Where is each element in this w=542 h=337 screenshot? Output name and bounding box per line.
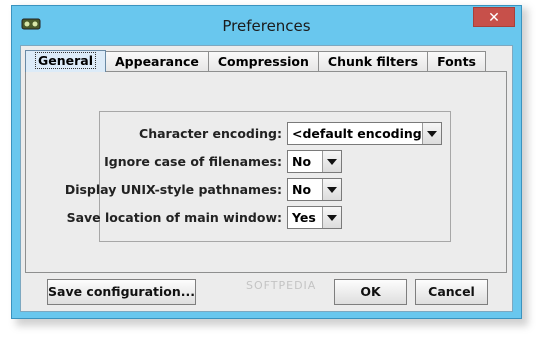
watermark: SOFTPEDIA [246,279,317,292]
unix-paths-select[interactable]: No [287,178,342,201]
ignore-case-row: Ignore case of filenames: No [100,150,450,174]
character-encoding-label: Character encoding: [139,126,282,141]
ok-button[interactable]: OK [334,279,407,305]
chevron-down-icon[interactable] [322,207,341,228]
tab-compression[interactable]: Compression [207,51,319,72]
cancel-button[interactable]: Cancel [415,279,488,305]
window-title: Preferences [222,17,311,35]
save-location-value: Yes [292,210,316,225]
unix-paths-label: Display UNIX-style pathnames: [64,182,282,197]
general-tab-panel: Character encoding: <default encoding> I… [25,71,507,273]
dialog-content: General Appearance Compression Chunk fil… [20,45,513,312]
save-location-label: Save location of main window: [66,210,282,225]
save-location-select[interactable]: Yes [287,206,342,229]
character-encoding-select[interactable]: <default encoding> [287,122,442,145]
tab-appearance-label: Appearance [115,54,199,69]
save-location-row: Save location of main window: Yes [67,206,450,230]
general-settings-group: Character encoding: <default encoding> I… [65,111,451,242]
close-button[interactable]: ✕ [473,7,515,27]
tab-compression-label: Compression [217,54,309,69]
tab-chunk-filters[interactable]: Chunk filters [317,51,429,72]
preferences-window: Preferences ✕ General Appearance Compres… [11,5,522,319]
ignore-case-select[interactable]: No [287,150,342,173]
save-configuration-button[interactable]: Save configuration... [47,279,196,305]
close-icon: ✕ [488,10,500,26]
chevron-down-icon[interactable] [322,179,341,200]
title-bar[interactable]: Preferences ✕ [12,6,521,46]
tab-fonts-label: Fonts [437,54,476,69]
character-encoding-row: Character encoding: <default encoding> [100,122,450,146]
tab-appearance[interactable]: Appearance [105,51,209,72]
tab-general[interactable]: General [25,50,106,72]
ignore-case-label: Ignore case of filenames: [104,154,282,169]
tab-fonts[interactable]: Fonts [427,51,486,72]
chevron-down-icon[interactable] [422,123,441,144]
unix-paths-row: Display UNIX-style pathnames: No [65,178,450,202]
chevron-down-icon[interactable] [322,151,341,172]
tab-chunk-filters-label: Chunk filters [327,54,419,69]
character-encoding-value: <default encoding> [292,126,433,141]
tab-bar: General Appearance Compression Chunk fil… [25,50,486,72]
ignore-case-value: No [292,154,312,169]
unix-paths-value: No [292,182,312,197]
tab-general-label: General [35,52,96,69]
